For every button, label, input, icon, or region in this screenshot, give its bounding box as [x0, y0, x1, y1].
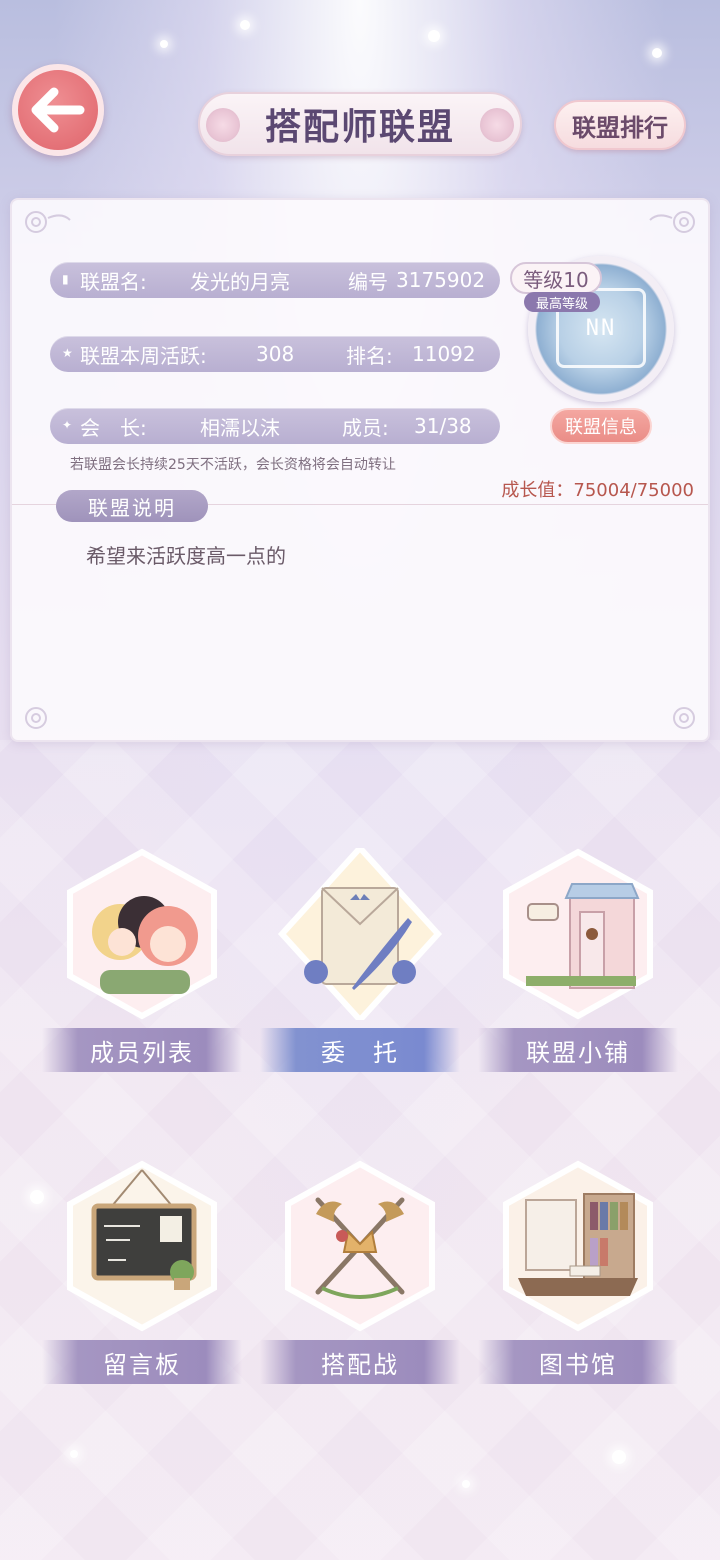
page-title: 搭配师联盟 [264, 107, 455, 148]
member-list-label: 成员列表 [42, 1028, 242, 1072]
leader-value: 相濡以沫 [200, 415, 280, 440]
rank-label: 排名: [346, 343, 393, 368]
rose-corner-icon [673, 707, 695, 729]
crest-swords-icon [285, 1160, 435, 1332]
message-board-label: 留言板 [42, 1340, 242, 1384]
growth-value-display: 成长值：75004/75000 [501, 476, 694, 502]
sparkle-decoration [612, 1450, 626, 1464]
alliance-shop-label: 联盟小铺 [478, 1028, 678, 1072]
member-list-button[interactable]: 成员列表 [42, 848, 242, 1108]
growth-value: 75004/75000 [573, 480, 694, 501]
description-tag: 联盟说明 [56, 490, 208, 522]
rank-value: 11092 [412, 342, 476, 366]
commission-label: 委 托 [260, 1028, 460, 1072]
level-badge: 等级10 [510, 262, 602, 294]
leader-label: 会 长: [80, 415, 147, 440]
alliance-rank-button[interactable]: 联盟排行 [554, 100, 686, 150]
rose-corner-icon [25, 211, 71, 233]
sparkle-decoration [652, 48, 662, 58]
alliance-name-row: ▮ 联盟名: 发光的月亮 编号 3175902 [50, 262, 500, 298]
sparkle-decoration [462, 1480, 470, 1488]
max-level-badge: 最高等级 [524, 292, 600, 312]
sparkle-decoration [240, 20, 250, 30]
sparkle-decoration [160, 40, 168, 48]
weekly-activity-label: 联盟本周活跃: [80, 343, 207, 368]
alliance-info-button[interactable]: 联盟信息 [550, 408, 652, 444]
leader-row: ✦ 会 长: 相濡以沫 成员: 31/38 [50, 408, 500, 444]
growth-label: 成长值： [501, 480, 574, 501]
library-label: 图书馆 [478, 1340, 678, 1384]
styling-battle-label: 搭配战 [260, 1340, 460, 1384]
book-icon: ▮ [62, 272, 69, 286]
sparkle-decoration [428, 30, 440, 42]
sparkle-decoration [70, 1450, 78, 1458]
rose-corner-icon [25, 707, 47, 729]
star-icon: ★ [62, 346, 73, 360]
back-button[interactable] [12, 64, 104, 156]
members-label: 成员: [342, 415, 389, 440]
arrow-left-icon [31, 87, 85, 133]
alliance-shop-button[interactable]: 联盟小铺 [478, 848, 678, 1108]
alliance-name-label: 联盟名: [80, 269, 147, 294]
weekly-activity-value: 308 [256, 342, 295, 366]
alliance-name-value: 发光的月亮 [190, 269, 290, 294]
description-text: 希望来活跃度高一点的 [86, 544, 286, 568]
library-icon [503, 1160, 653, 1332]
girls-portrait-icon [67, 848, 217, 1020]
commission-button[interactable]: 委 托 [260, 848, 460, 1108]
leader-inactivity-notice: 若联盟会长持续25天不活跃，会长资格将会自动转让 [70, 457, 396, 473]
chalkboard-icon [67, 1160, 217, 1332]
message-board-button[interactable]: 留言板 [42, 1160, 242, 1420]
rose-corner-icon [649, 211, 695, 233]
title-banner: 搭配师联盟 [198, 92, 522, 156]
library-button[interactable]: 图书馆 [478, 1160, 678, 1420]
weekly-activity-row: ★ 联盟本周活跃: 308 排名: 11092 [50, 336, 500, 372]
alliance-id-label: 编号 [348, 269, 388, 294]
styling-battle-button[interactable]: 搭配战 [260, 1160, 460, 1420]
envelope-quill-icon [277, 848, 443, 1020]
sparkle-icon: ✦ [62, 418, 73, 432]
alliance-id-value: 3175902 [396, 268, 486, 292]
shop-icon [503, 848, 653, 1020]
alliance-info-panel: ▮ 联盟名: 发光的月亮 编号 3175902 ★ 联盟本周活跃: 308 排名… [10, 198, 710, 742]
members-value: 31/38 [414, 414, 472, 438]
